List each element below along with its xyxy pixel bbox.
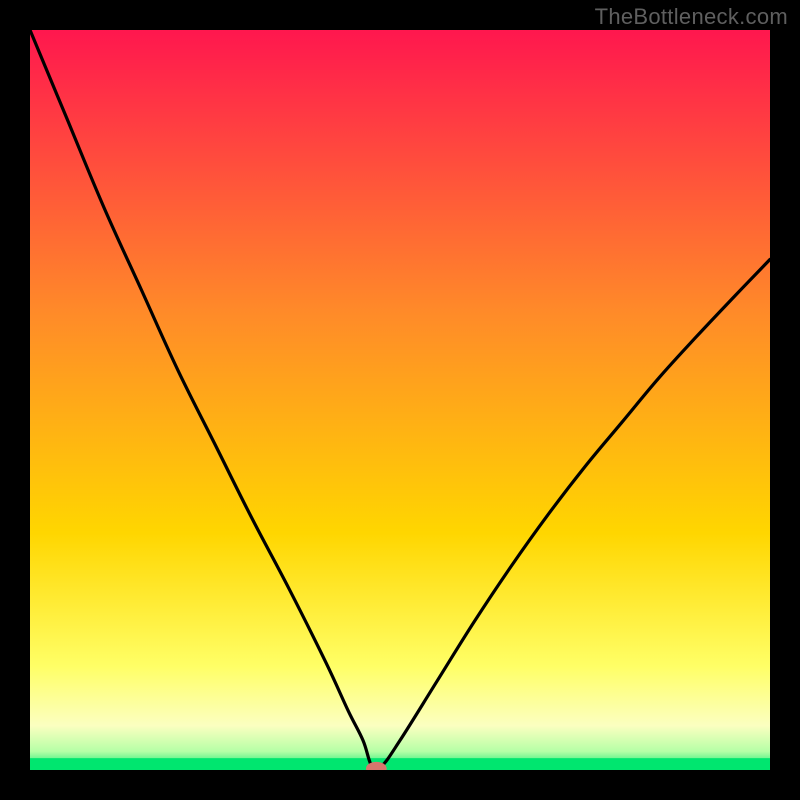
green-shelf	[30, 758, 770, 770]
watermark-text: TheBottleneck.com	[595, 4, 788, 30]
chart-svg	[30, 30, 770, 770]
plot-area	[30, 30, 770, 770]
chart-frame: TheBottleneck.com	[0, 0, 800, 800]
gradient-background	[30, 30, 770, 770]
